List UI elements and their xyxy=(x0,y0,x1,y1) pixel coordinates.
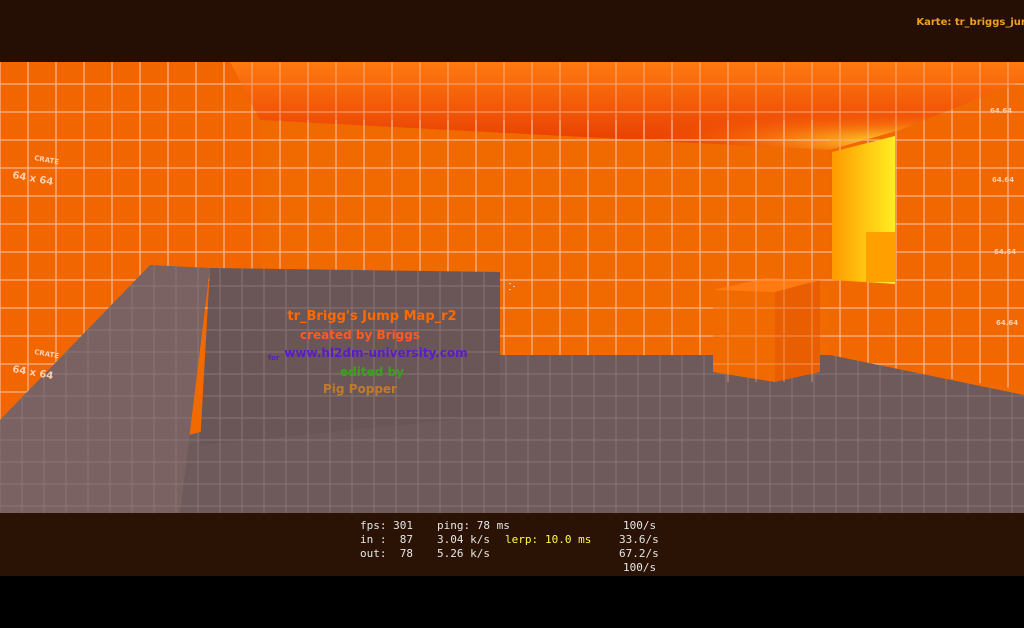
hud-top-bar: Karte: tr_briggs_jun xyxy=(0,0,1024,62)
lerp-value: 10.0 ms xyxy=(545,533,592,546)
out-rate-readout: 5.26 k/s xyxy=(437,547,490,560)
crate-grid xyxy=(713,278,820,382)
net-graph-row: 100/s xyxy=(360,561,680,575)
game-viewport: CRATE 64 x 64 CRATE 64 x 64 64.64 64.64 … xyxy=(0,0,1024,576)
map-name-label: Karte: tr_briggs_jun xyxy=(916,17,1024,28)
out-update-rate: 67.2/s xyxy=(619,547,659,560)
out-packets-readout: out: 78 xyxy=(360,547,413,560)
net-graph: fps: 301 ping: 78 ms 100/s in : 87 3.04 … xyxy=(360,519,680,575)
ping-readout: ping: 78 ms xyxy=(437,519,510,532)
wall-size-label: 64.64 xyxy=(994,248,1016,256)
update-rate-readout: 100/s xyxy=(623,519,657,532)
wall-size-label: 64.64 xyxy=(990,107,1012,115)
in-update-rate: 33.6/s xyxy=(619,533,659,546)
wall-size-label: 64.64 xyxy=(992,176,1014,184)
website-url-text: www.hl2dm-university.com xyxy=(284,346,467,360)
in-packets-readout: in : 87 xyxy=(360,533,413,546)
map-title-text: tr_Brigg's Jump Map_r2 xyxy=(287,309,456,324)
cmd-rate-readout: 100/s xyxy=(623,561,657,574)
light-window-inner xyxy=(866,232,896,282)
created-by-text: created by Briggs xyxy=(300,328,420,342)
editor-name-text: Pig Popper xyxy=(323,382,397,396)
in-rate-readout: 3.04 k/s xyxy=(437,533,490,546)
wall-size-label: 64.64 xyxy=(996,319,1018,327)
for-prefix-text: for xyxy=(268,354,280,362)
edited-by-text: edited by xyxy=(340,365,404,379)
net-graph-row: in : 87 3.04 k/s lerp: 10.0 ms 33.6/s xyxy=(360,533,680,547)
net-graph-row: out: 78 5.26 k/s 67.2/s xyxy=(360,547,680,561)
lerp-label: lerp: xyxy=(505,533,539,546)
net-graph-row: fps: 301 ping: 78 ms 100/s xyxy=(360,519,680,533)
fps-readout: fps: 301 xyxy=(360,519,413,532)
